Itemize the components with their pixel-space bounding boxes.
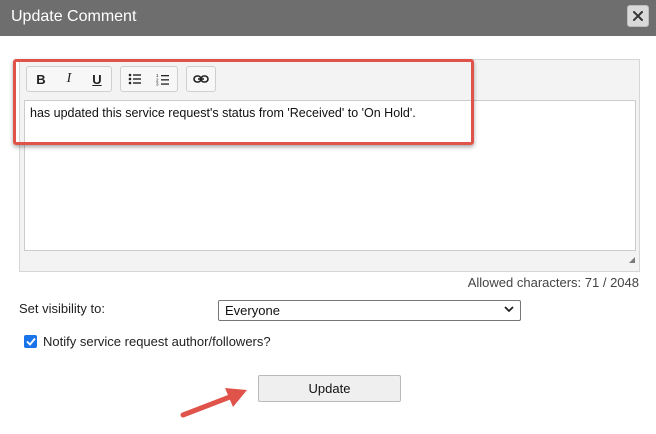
resize-handle-icon[interactable] — [629, 257, 635, 263]
checkmark-icon — [25, 337, 36, 346]
visibility-select[interactable]: Everyone — [218, 300, 521, 321]
chevron-down-icon — [504, 306, 514, 313]
annotation-highlight-box — [13, 59, 474, 145]
annotation-arrow-icon — [180, 388, 247, 418]
notify-checkbox[interactable] — [24, 335, 37, 348]
update-button[interactable]: Update — [258, 375, 401, 402]
dialog-titlebar: Update Comment — [0, 0, 656, 36]
visibility-selected-value: Everyone — [225, 303, 280, 318]
dialog-title: Update Comment — [11, 8, 137, 25]
character-counter: Allowed characters: 71 / 2048 — [467, 275, 639, 290]
close-icon — [633, 11, 643, 21]
close-button[interactable] — [627, 5, 649, 27]
notify-label[interactable]: Notify service request author/followers? — [43, 334, 271, 349]
visibility-label: Set visibility to: — [19, 301, 105, 316]
